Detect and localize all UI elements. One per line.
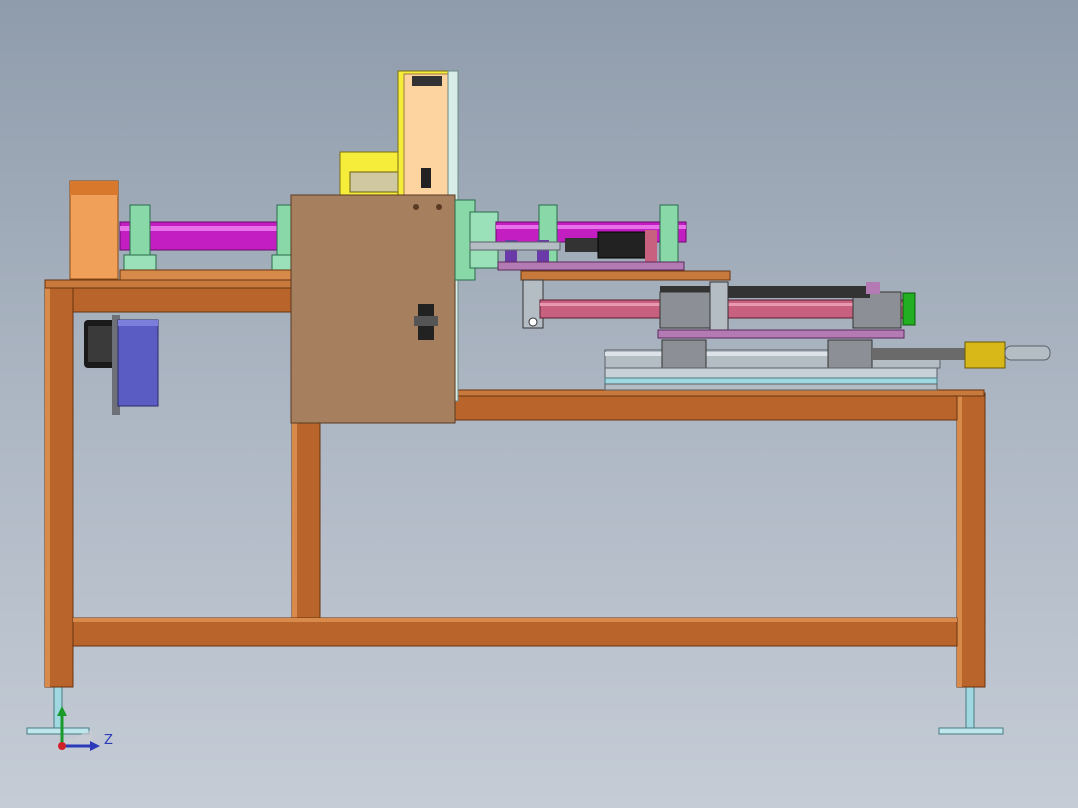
z-axis-label: Z — [104, 733, 113, 748]
cad-viewport[interactable]: Z — [0, 0, 1078, 808]
frame-leg-left — [44, 284, 74, 688]
frame-leg-middle — [291, 419, 321, 619]
yellow-bracket — [339, 151, 399, 199]
upper-slide-plate — [497, 261, 685, 271]
frame-beam-top-left — [44, 279, 296, 313]
coordinate-triad: Z — [57, 706, 113, 751]
central-enclosure-panel — [290, 194, 456, 424]
shaft-base-plate — [119, 269, 296, 281]
lower-slide-plate — [657, 329, 905, 339]
gearbox-housing — [69, 180, 119, 280]
pneumatic-cylinder-lower — [522, 279, 916, 331]
x-axis-origin — [58, 742, 66, 750]
frame-beam-bottom — [72, 617, 958, 647]
leveling-foot-right — [938, 685, 1004, 735]
frame-leg-right — [956, 392, 986, 688]
gear-motor — [112, 315, 159, 415]
linear-guide-rail — [604, 339, 941, 391]
frame-beam-top-right — [453, 389, 985, 421]
flange-coupling — [454, 199, 499, 281]
upper-mount-plate — [520, 270, 731, 281]
bearing-block-right-2 — [659, 204, 679, 264]
machine-assembly-drawing — [26, 70, 1051, 735]
